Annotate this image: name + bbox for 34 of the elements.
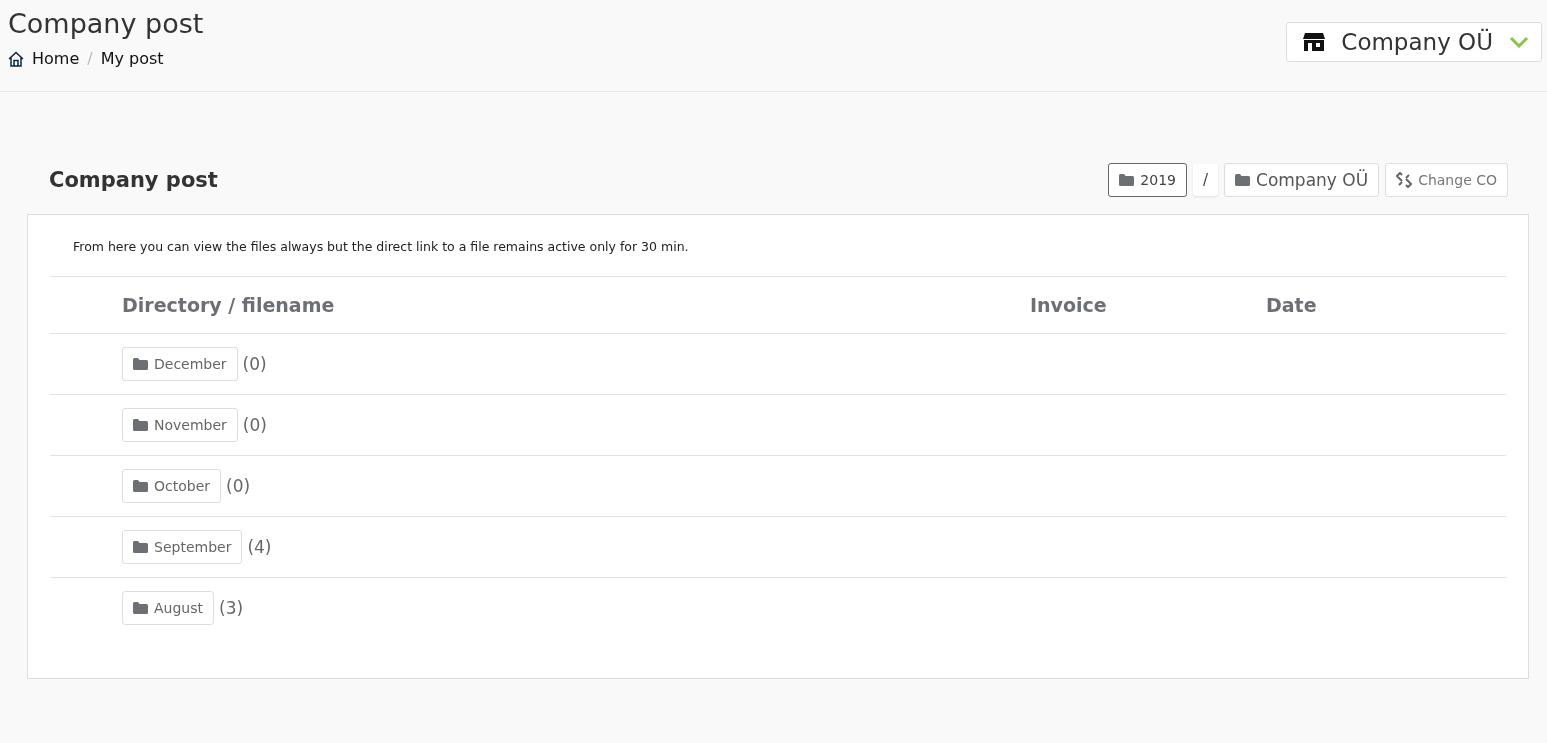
store-icon [1303, 33, 1326, 51]
column-header: Invoice [1030, 294, 1108, 316]
folder-icon [1235, 174, 1251, 186]
folder-path-button[interactable]: Company OÜ [1224, 163, 1380, 197]
notice-text: From here you can view the files always but the direct link to a file remains active only for 30 min. [73, 239, 690, 254]
folder-button[interactable]: October [122, 469, 222, 503]
file-count: (0) [242, 354, 267, 374]
folder-button[interactable]: December [122, 347, 238, 381]
file-count: (0) [242, 415, 267, 435]
folder-icon [133, 358, 148, 370]
card-title: Company post [49, 168, 218, 192]
folder-button[interactable]: August [122, 591, 214, 625]
file-count: (4) [247, 537, 272, 557]
folder-button[interactable]: November [122, 408, 238, 442]
breadcrumb-link[interactable]: Home [32, 49, 80, 68]
file-count: (3) [219, 598, 244, 618]
folder-icon [133, 541, 148, 553]
breadcrumb-separator: / [87, 49, 93, 68]
file-count: (0) [226, 476, 251, 496]
folder-icon [133, 480, 148, 492]
home-icon [8, 50, 24, 67]
change-company-button[interactable]: Change CO [1385, 163, 1508, 197]
column-header: Directory / filename [122, 294, 336, 316]
breadcrumb-link[interactable]: My post [100, 49, 164, 68]
chevron-down-icon [1509, 36, 1529, 48]
page-title: Company post [8, 8, 204, 39]
path-separator: / [1192, 164, 1219, 196]
folder-icon [133, 602, 148, 614]
folder-path-button[interactable]: 2019 [1108, 163, 1187, 197]
company-selector[interactable]: Company OÜ [1286, 22, 1542, 62]
folder-icon [133, 419, 148, 431]
folder-icon [1119, 174, 1135, 186]
column-header: Date [1266, 294, 1318, 316]
folder-button[interactable]: September [122, 530, 243, 564]
